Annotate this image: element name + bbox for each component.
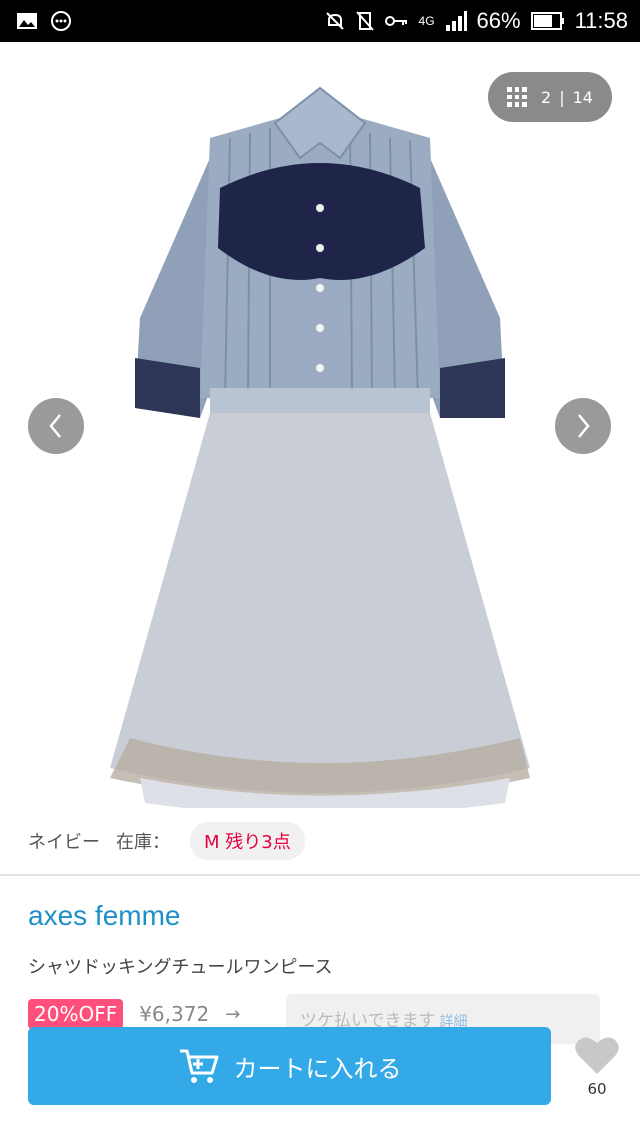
battery-percent: 66% bbox=[476, 8, 521, 33]
gallery-separator: | bbox=[559, 87, 565, 107]
gallery-total-count: 14 bbox=[572, 87, 593, 107]
image-icon bbox=[17, 13, 37, 29]
favorite-count: 60 bbox=[587, 1080, 607, 1098]
stock-label: 在庫： bbox=[116, 832, 170, 853]
cart-icon bbox=[179, 1049, 218, 1083]
vibrate-off-icon bbox=[355, 11, 374, 31]
product-image bbox=[110, 86, 530, 808]
discount-badge: 20%OFF bbox=[28, 999, 124, 1029]
original-price: ¥6,372 bbox=[139, 1002, 210, 1026]
heart-icon bbox=[575, 1037, 619, 1074]
notification-icon bbox=[51, 11, 71, 31]
chevron-left-icon bbox=[49, 414, 61, 438]
divider bbox=[0, 874, 640, 876]
product-title: シャツドッキングチュールワンピース bbox=[28, 957, 333, 978]
color-name: ネイビー bbox=[28, 832, 100, 853]
grid-icon bbox=[507, 87, 528, 107]
stock-badge[interactable]: M 残り3点 bbox=[190, 822, 305, 860]
variant-row: ネイビー 在庫： M 残り3点 bbox=[0, 818, 640, 864]
status-bar: 4G 66% 11:58 bbox=[0, 0, 640, 42]
signal-icon bbox=[445, 11, 467, 31]
clock: 11:58 bbox=[574, 8, 628, 33]
key-icon bbox=[384, 16, 407, 26]
next-image-button[interactable] bbox=[555, 398, 611, 454]
gallery-counter-button[interactable]: 2 | 14 bbox=[488, 72, 612, 122]
add-to-cart-label: カートに入れる bbox=[233, 1054, 402, 1083]
battery-icon bbox=[530, 12, 564, 30]
brand-name[interactable]: axes femme bbox=[28, 900, 181, 932]
mute-icon bbox=[325, 12, 344, 30]
price-arrow: → bbox=[225, 1003, 241, 1025]
chevron-right-icon bbox=[578, 414, 590, 438]
previous-image-button[interactable] bbox=[28, 398, 84, 454]
network-type: 4G bbox=[418, 14, 435, 28]
product-image-gallery[interactable]: 2 | 14 bbox=[0, 42, 640, 808]
add-to-cart-button[interactable]: カートに入れる bbox=[28, 1027, 551, 1105]
favorite-button[interactable]: 60 bbox=[568, 1034, 626, 1104]
gallery-current-index: 2 bbox=[541, 87, 552, 107]
